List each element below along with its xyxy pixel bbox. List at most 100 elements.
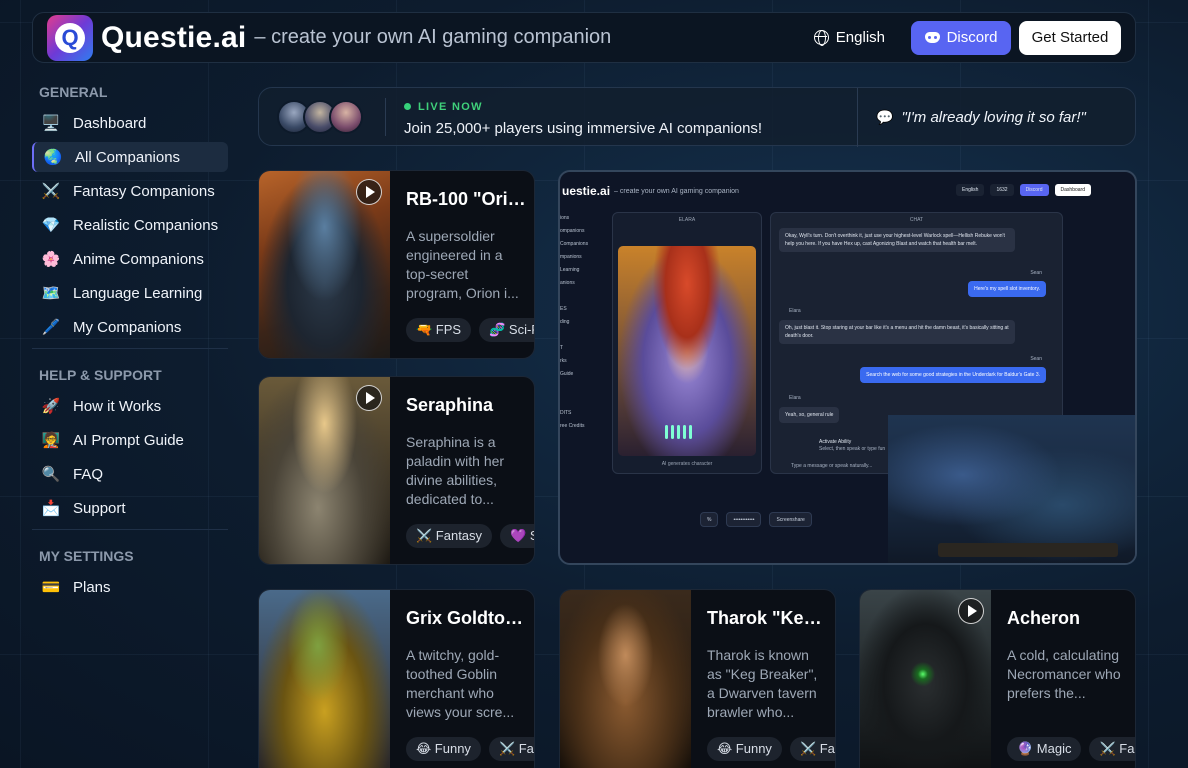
companion-description: Tharok is known as "Keg Breaker", a Dwar… bbox=[707, 647, 818, 720]
testimonial-quote: 💬 "I'm already loving it so far!" bbox=[857, 88, 1086, 147]
companion-name: Acheron bbox=[1007, 608, 1081, 628]
game-hotbar bbox=[938, 543, 1118, 557]
preview-sidebar-item bbox=[560, 329, 600, 342]
chat-message: Search the web for some good strategies … bbox=[860, 367, 1046, 383]
companion-description: A twitchy, gold-toothed Goblin merchant … bbox=[406, 647, 515, 720]
preview-chat-label: CHAT bbox=[909, 217, 924, 223]
preview-game-screenshot bbox=[888, 415, 1135, 563]
sidebar-item-icon: 💎 bbox=[41, 217, 61, 234]
brand-name[interactable]: Questie.ai bbox=[101, 21, 246, 55]
companion-card-seraphina[interactable]: Seraphina Seraphina is a paladin with he… bbox=[258, 376, 535, 565]
preview-character-label: ELARA bbox=[678, 217, 696, 223]
preview-pill: Discord bbox=[1019, 184, 1049, 196]
sidebar-item-label: Fantasy Companions bbox=[73, 182, 215, 200]
chat-sender: Sean bbox=[1030, 356, 1042, 362]
language-label: English bbox=[835, 29, 885, 46]
companion-tag[interactable]: 🧬 Sci-Fi bbox=[479, 318, 534, 342]
sidebar-divider bbox=[32, 529, 228, 530]
companion-description: A supersoldier engineered in a top-secre… bbox=[406, 228, 519, 301]
activate-ability-sub: Select, then speak or type fun bbox=[819, 446, 886, 452]
companion-card-acheron[interactable]: Acheron A cold, calculating Necromancer … bbox=[859, 589, 1136, 768]
preview-control: •••••••••••• bbox=[726, 512, 762, 527]
sidebar-item-icon: 🔍 bbox=[41, 466, 61, 483]
preview-sidebar-item: anions bbox=[560, 280, 575, 286]
discord-icon bbox=[924, 32, 940, 43]
preview-sidebar-item: Companions bbox=[560, 241, 589, 247]
sidebar-item-icon: 🖊️ bbox=[41, 319, 61, 336]
companion-tag[interactable]: 🔫 FPS bbox=[406, 318, 472, 342]
companion-card-orion[interactable]: RB-100 "Orion" A supersoldier engineered… bbox=[258, 170, 535, 359]
sidebar: GENERAL 🖥️ Dashboard 🌏 All Companions ⚔️ Fant… bbox=[32, 76, 228, 606]
message-input-placeholder: Type a message or speak naturally... bbox=[791, 463, 873, 469]
chat-sender: Elara bbox=[789, 308, 801, 314]
companion-card-grix[interactable]: Grix Goldtoo... A twitchy, gold-toothed … bbox=[258, 589, 535, 768]
companion-tag[interactable]: ⚔️ Fanta bbox=[789, 737, 835, 761]
sidebar-item-label: Support bbox=[73, 499, 126, 517]
preview-pill: Dashboard bbox=[1054, 184, 1091, 196]
preview-pill: 1632 bbox=[990, 184, 1014, 196]
preview-sidebar-item: mpanions bbox=[560, 254, 582, 260]
companion-description: A cold, calculating Necromancer who pref… bbox=[1007, 647, 1121, 701]
sidebar-item-how-it-works[interactable]: 🚀 How it Works bbox=[32, 391, 228, 421]
language-selector[interactable]: English bbox=[813, 29, 885, 46]
sidebar-item-plans[interactable]: 💳 Plans bbox=[32, 572, 228, 602]
preview-sidebar-item bbox=[560, 381, 600, 394]
companion-name: Grix Goldtoo... bbox=[406, 608, 528, 628]
live-text: Join 25,000+ players using immersive AI … bbox=[404, 119, 763, 137]
preview-sidebar-item: ree Credits bbox=[560, 423, 585, 429]
sidebar-item-icon: 🧑‍🏫 bbox=[41, 432, 61, 449]
companion-tag[interactable]: ⚔️ Fanta bbox=[488, 737, 534, 761]
sidebar-item-fantasy-companions[interactable]: ⚔️ Fantasy Companions bbox=[32, 176, 228, 206]
play-icon[interactable] bbox=[958, 598, 984, 624]
sidebar-item-icon: ⚔️ bbox=[41, 183, 61, 200]
discord-button[interactable]: Discord bbox=[911, 20, 1011, 55]
companion-name: Seraphina bbox=[406, 395, 494, 415]
discord-label: Discord bbox=[946, 29, 998, 46]
preview-sidebar-item: rks bbox=[560, 358, 567, 364]
live-banner: LIVE NOW Join 25,000+ players using imme… bbox=[258, 87, 1136, 147]
sidebar-item-ai-prompt-guide[interactable]: 🧑‍🏫 AI Prompt Guide bbox=[32, 425, 228, 455]
companion-name: Tharok "Keg ... bbox=[707, 608, 829, 628]
sidebar-item-label: All Companions bbox=[75, 148, 181, 166]
companion-card-tharok[interactable]: Tharok "Keg ... Tharok is known as "Keg … bbox=[559, 589, 836, 768]
companion-tag[interactable]: 😂 Funny bbox=[707, 737, 782, 761]
preview-sidebar-item: T bbox=[560, 345, 564, 351]
voice-wave-icon bbox=[665, 425, 692, 439]
companion-tag[interactable]: 😂 Funny bbox=[406, 737, 481, 761]
companion-tag[interactable]: 💜 Sup bbox=[500, 524, 534, 548]
avatar bbox=[329, 99, 363, 134]
sidebar-item-all-companions[interactable]: 🌏 All Companions bbox=[32, 142, 228, 172]
chat-message: Oh, just blast it. Stop staring at your … bbox=[779, 320, 1015, 344]
sidebar-item-dashboard[interactable]: 🖥️ Dashboard bbox=[32, 108, 228, 138]
sidebar-item-anime-companions[interactable]: 🌸 Anime Companions bbox=[32, 244, 228, 274]
companion-tag[interactable]: 🔮 Magic bbox=[1007, 737, 1082, 761]
companion-tag[interactable]: ⚔️ Fantasy bbox=[406, 524, 493, 548]
sidebar-item-label: FAQ bbox=[73, 465, 104, 483]
sidebar-item-support[interactable]: 📩 Support bbox=[32, 493, 228, 523]
chat-sender: Elara bbox=[789, 395, 801, 401]
sidebar-item-my-companions[interactable]: 🖊️ My Companions bbox=[32, 312, 228, 342]
sidebar-item-icon: 🌸 bbox=[41, 251, 61, 268]
preview-sidebar-item: ions bbox=[560, 215, 570, 221]
preview-sidebar: ions ompanions Companions mpanions Learning a… bbox=[560, 212, 600, 562]
play-icon[interactable] bbox=[356, 385, 382, 411]
preview-pill: English bbox=[956, 184, 985, 196]
live-dot-icon bbox=[404, 102, 411, 110]
companion-tag[interactable]: ⚔️ Fanta bbox=[1089, 737, 1135, 761]
sidebar-item-icon: 🗺️ bbox=[41, 285, 61, 302]
top-bar: Q Questie.ai – create your own AI gaming… bbox=[32, 12, 1136, 63]
activate-ability: Activate Ability bbox=[819, 439, 852, 445]
questie-logo-icon[interactable]: Q bbox=[47, 14, 93, 61]
sidebar-item-faq[interactable]: 🔍 FAQ bbox=[32, 459, 228, 489]
sidebar-item-icon: 🖥️ bbox=[41, 115, 61, 132]
play-icon[interactable] bbox=[356, 179, 382, 205]
sidebar-item-icon: 🌏 bbox=[43, 149, 63, 166]
preview-control: % bbox=[700, 512, 719, 527]
sidebar-item-label: My Companions bbox=[73, 318, 182, 336]
sidebar-item-language-learning[interactable]: 🗺️ Language Learning bbox=[32, 278, 228, 308]
sidebar-item-realistic-companions[interactable]: 💎 Realistic Companions bbox=[32, 210, 228, 240]
companion-image bbox=[259, 590, 390, 768]
sidebar-item-label: AI Prompt Guide bbox=[73, 431, 184, 449]
get-started-button[interactable]: Get Started bbox=[1019, 20, 1121, 55]
preview-input-placeholder: AI generates character bbox=[661, 461, 713, 467]
